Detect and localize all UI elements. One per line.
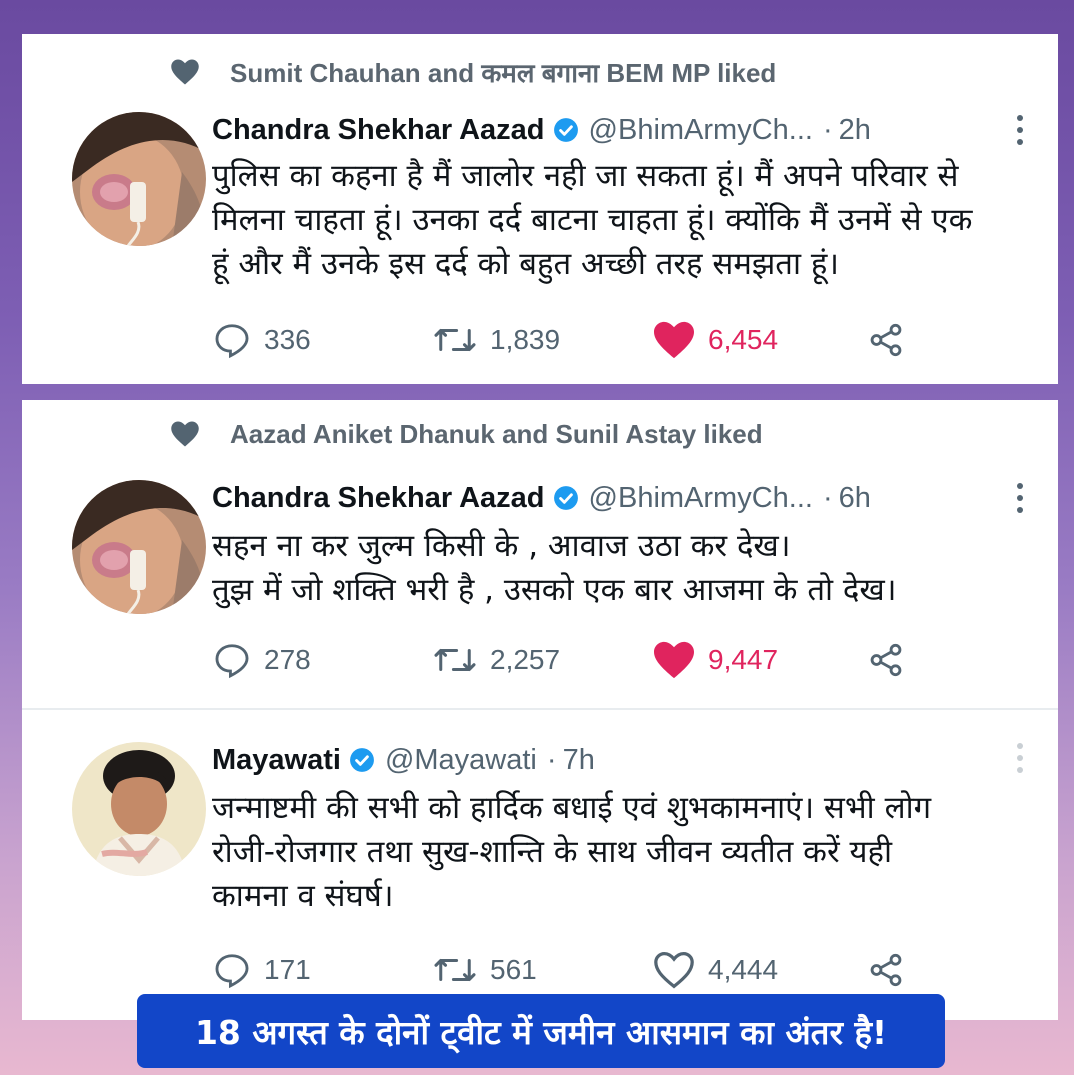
reply-icon bbox=[215, 324, 249, 359]
retweet-button[interactable]: 1,839 bbox=[432, 320, 560, 360]
verified-badge-icon bbox=[350, 748, 374, 772]
verified-badge-icon bbox=[553, 486, 578, 510]
social-context: Sumit Chauhan and कमल बगाना BEM MP liked bbox=[170, 56, 776, 88]
separator-dot: · bbox=[822, 481, 833, 514]
like-icon bbox=[654, 321, 694, 359]
reply-icon bbox=[215, 644, 249, 679]
tweet-line: सहन ना कर जुल्म किसी के , आवाज उठा कर दे… bbox=[212, 528, 791, 564]
avatar-image bbox=[72, 742, 206, 876]
tweet-actions: 171 561 4,444 bbox=[212, 950, 1012, 990]
share-icon bbox=[870, 323, 902, 357]
more-icon[interactable] bbox=[1016, 112, 1024, 148]
avatar[interactable] bbox=[72, 112, 206, 246]
like-icon bbox=[654, 641, 694, 679]
retweet-count: 1,839 bbox=[490, 324, 561, 355]
tweet-text: जन्माष्टमी की सभी को हार्दिक बधाई एवं शु… bbox=[212, 786, 1032, 918]
like-count: 6,454 bbox=[708, 324, 779, 355]
tweet-card-1[interactable]: Sumit Chauhan and कमल बगाना BEM MP liked… bbox=[22, 34, 1058, 384]
tweet-actions: 336 1,839 6,454 bbox=[212, 320, 1012, 360]
more-icon[interactable] bbox=[1016, 480, 1024, 516]
avatar-image bbox=[72, 112, 206, 246]
avatar-image bbox=[72, 480, 206, 614]
reply-count: 171 bbox=[264, 954, 311, 985]
retweet-icon bbox=[434, 648, 476, 672]
tweet-text: सहन ना कर जुल्म किसी के , आवाज उठा कर दे… bbox=[212, 524, 1032, 612]
tweet-line: तुझ में जो शक्ति भरी है , उसको एक बार आज… bbox=[212, 572, 897, 608]
tweet-card-2: Aazad Aniket Dhanuk and Sunil Astay like… bbox=[22, 400, 1058, 1020]
author-handle[interactable]: @BhimArmyCh... bbox=[589, 114, 813, 147]
tweet-header: Chandra Shekhar Aazad @BhimArmyCh... · 2… bbox=[212, 108, 1018, 152]
retweet-count: 2,257 bbox=[490, 644, 561, 675]
reply-count: 278 bbox=[264, 644, 311, 675]
social-context-text: Sumit Chauhan and कमल बगाना BEM MP liked bbox=[230, 58, 777, 88]
heart-icon bbox=[171, 421, 199, 447]
tweet-line: जन्माष्टमी की सभी को हार्दिक बधाई एवं शु… bbox=[212, 790, 932, 826]
reply-count: 336 bbox=[264, 324, 311, 355]
reply-icon bbox=[215, 954, 249, 989]
separator-dot: · bbox=[546, 743, 557, 776]
like-button[interactable]: 9,447 bbox=[652, 640, 778, 680]
retweet-button[interactable]: 2,257 bbox=[432, 640, 560, 680]
social-context-text: Aazad Aniket Dhanuk and Sunil Astay like… bbox=[230, 418, 763, 449]
like-icon bbox=[654, 951, 694, 989]
caption-banner: 18 अगस्त के दोनों ट्वीट में जमीन आसमान क… bbox=[137, 994, 945, 1068]
reply-button[interactable]: 336 bbox=[212, 320, 311, 360]
like-button[interactable]: 6,454 bbox=[652, 320, 778, 360]
tweet-time[interactable]: 7h bbox=[563, 744, 595, 777]
retweet-count: 561 bbox=[490, 954, 537, 985]
author-name[interactable]: Mayawati bbox=[212, 744, 341, 777]
like-count: 4,444 bbox=[708, 954, 779, 985]
more-icon[interactable] bbox=[1016, 740, 1024, 776]
separator-dot: · bbox=[822, 113, 833, 146]
author-handle[interactable]: @Mayawati bbox=[385, 744, 537, 777]
reply-button[interactable]: 171 bbox=[212, 950, 311, 990]
author-name[interactable]: Chandra Shekhar Aazad bbox=[212, 482, 545, 515]
share-button[interactable] bbox=[866, 640, 918, 680]
social-context: Aazad Aniket Dhanuk and Sunil Astay like… bbox=[170, 418, 763, 450]
tweet-line: हूं और मैं उनके इस दर्द को बहुत अच्छी तर… bbox=[212, 246, 840, 282]
like-button[interactable]: 4,444 bbox=[652, 950, 778, 990]
reply-button[interactable]: 278 bbox=[212, 640, 311, 680]
heart-icon bbox=[171, 59, 199, 85]
share-button[interactable] bbox=[866, 320, 918, 360]
share-icon bbox=[870, 953, 902, 987]
tweet-line: कामना व संघर्ष। bbox=[212, 878, 394, 914]
share-button[interactable] bbox=[866, 950, 918, 990]
retweet-icon bbox=[434, 958, 476, 982]
caption-text: 18 अगस्त के दोनों ट्वीट में जमीन आसमान क… bbox=[194, 1012, 888, 1052]
tweet-line: पुलिस का कहना है मैं जालोर नही जा सकता ह… bbox=[212, 158, 959, 194]
tweet-time[interactable]: 2h bbox=[839, 114, 871, 147]
divider bbox=[22, 708, 1058, 710]
retweet-button[interactable]: 561 bbox=[432, 950, 537, 990]
retweet-icon bbox=[434, 328, 476, 352]
author-handle[interactable]: @BhimArmyCh... bbox=[589, 482, 813, 515]
tweet-header: Chandra Shekhar Aazad @BhimArmyCh... · 6… bbox=[212, 476, 1018, 520]
verified-badge-icon bbox=[553, 118, 578, 142]
tweet-header: Mayawati @Mayawati · 7h bbox=[212, 738, 1018, 782]
tweet-actions: 278 2,257 9,447 bbox=[212, 640, 1012, 680]
tweet-text: पुलिस का कहना है मैं जालोर नही जा सकता ह… bbox=[212, 154, 1032, 286]
tweet-line: रोजी-रोजगार तथा सुख-शान्ति के साथ जीवन व… bbox=[212, 834, 892, 870]
author-name[interactable]: Chandra Shekhar Aazad bbox=[212, 114, 545, 147]
tweet-time[interactable]: 6h bbox=[839, 482, 871, 515]
share-icon bbox=[870, 643, 902, 677]
like-count: 9,447 bbox=[708, 644, 779, 675]
avatar[interactable] bbox=[72, 480, 206, 614]
tweet-line: मिलना चाहता हूं। उनका दर्द बाटना चाहता ह… bbox=[212, 202, 973, 238]
avatar[interactable] bbox=[72, 742, 206, 876]
